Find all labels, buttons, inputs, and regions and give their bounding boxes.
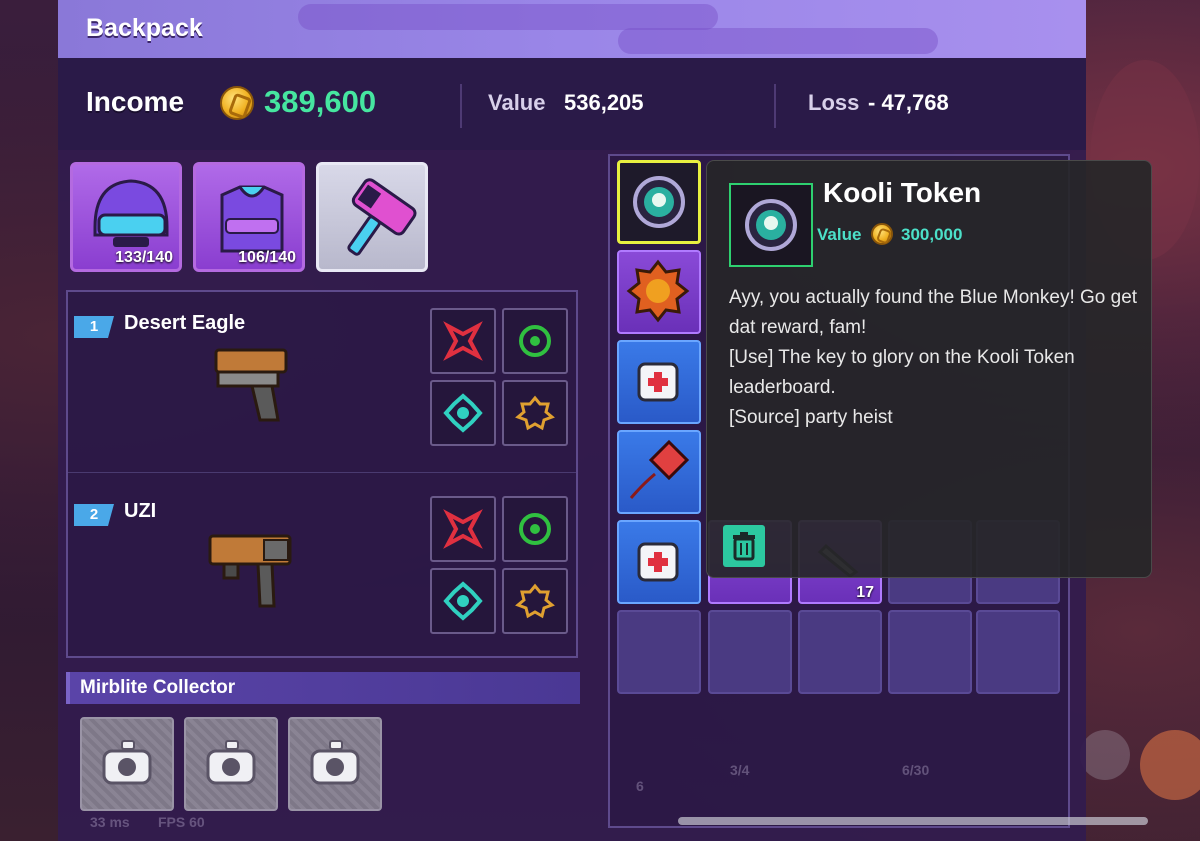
tooltip-item-name: Kooli Token (823, 177, 982, 208)
magazine-attachment-icon (515, 395, 555, 431)
inventory-slot[interactable] (617, 520, 701, 604)
background-grenade-button (1080, 730, 1130, 780)
attachment-slot-magazine[interactable] (502, 568, 568, 634)
tooltip-flavor-text: Ayy, you actually found the Blue Monkey!… (729, 287, 1138, 338)
weapon-slot-number: 1 (74, 316, 114, 338)
hud-counter: 3/4 (730, 762, 750, 778)
hud-counter: 6 (636, 778, 644, 794)
medkit-icon (637, 542, 679, 582)
inventory-slot-empty[interactable] (798, 610, 882, 694)
collector-slot[interactable] (80, 717, 174, 811)
sight-attachment-icon (519, 513, 551, 545)
desert-eagle-icon[interactable] (208, 340, 292, 426)
tooltip-use-text: [Use] The key to glory on the Kooli Toke… (729, 347, 1075, 398)
trash-icon (733, 532, 755, 561)
fps-readout: FPS 60 (158, 814, 205, 830)
hammer-icon (347, 178, 417, 256)
tooltip-source-text: [Source] party heist (729, 407, 893, 428)
stats-divider (774, 84, 776, 128)
attachment-slot-sight[interactable] (502, 308, 568, 374)
hud-counter: 6/30 (902, 762, 930, 778)
tooltip-description: Ayy, you actually found the Blue Monkey!… (729, 283, 1139, 433)
stack-count: 17 (856, 584, 874, 601)
gear-durability: 133/140 (115, 249, 173, 266)
kite-icon (629, 439, 690, 499)
weapon-slot-number: 2 (74, 504, 114, 526)
inventory-slot[interactable] (617, 430, 701, 514)
muzzle-attachment-icon (443, 509, 483, 549)
weapon-name: UZI (124, 500, 157, 522)
medkit-icon (637, 362, 679, 402)
camera-icon (310, 740, 360, 785)
loss-label: Loss (808, 90, 860, 115)
inventory-slot-empty[interactable] (888, 610, 972, 694)
grip-attachment-icon (443, 581, 483, 621)
attachment-slot-muzzle[interactable] (430, 308, 496, 374)
title-decoration (618, 28, 938, 54)
loss-value: - 47,768 (868, 90, 949, 115)
title-decoration (298, 4, 718, 30)
collector-slot[interactable] (288, 717, 382, 811)
camera-icon (206, 740, 256, 785)
value-label: Value (488, 90, 546, 115)
discard-button[interactable] (723, 525, 765, 567)
stats-divider (460, 84, 462, 128)
gear-slot-armor[interactable]: 106/140 (193, 162, 305, 272)
inventory-slot-empty[interactable] (976, 610, 1060, 694)
sight-attachment-icon (519, 325, 551, 357)
badge-icon (626, 259, 690, 323)
window-title: Backpack (86, 14, 203, 42)
ping-readout: 33 ms (90, 814, 130, 830)
gear-durability: 106/140 (238, 249, 296, 266)
attachment-slot-sight[interactable] (502, 496, 568, 562)
item-tooltip: Kooli Token Value 300,000 Ayy, you actua… (706, 160, 1152, 578)
attachment-slot-magazine[interactable] (502, 380, 568, 446)
attachment-slot-grip[interactable] (430, 380, 496, 446)
inventory-slot-empty[interactable] (617, 610, 701, 694)
background-orange-button (1140, 730, 1200, 800)
kooli-token-icon (633, 176, 685, 228)
tooltip-value-label: Value (817, 225, 862, 244)
value-value: 536,205 (564, 90, 644, 115)
grip-attachment-icon (443, 393, 483, 433)
home-indicator[interactable] (678, 817, 1148, 825)
income-value: 389,600 (264, 84, 377, 119)
uzi-icon[interactable] (204, 526, 296, 612)
gear-slot-helmet[interactable]: 133/140 (70, 162, 182, 272)
kooli-token-icon (745, 199, 797, 251)
gear-slot-melee[interactable] (316, 162, 428, 272)
weapon-name: Desert Eagle (124, 312, 246, 334)
income-label: Income (86, 86, 185, 117)
muzzle-attachment-icon (443, 321, 483, 361)
inventory-slot-empty[interactable] (708, 610, 792, 694)
inventory-slot-kooli-token[interactable] (617, 160, 701, 244)
inventory-slot[interactable] (617, 250, 701, 334)
attachment-slot-grip[interactable] (430, 568, 496, 634)
stats-bar: Income 389,600 Value 536,205 Loss - 47,7… (58, 58, 1086, 150)
collector-header: Mirblite Collector (66, 672, 580, 704)
weapons-panel: 1 Desert Eagle 2 UZI (66, 290, 578, 658)
camera-icon (102, 740, 152, 785)
magazine-attachment-icon (515, 583, 555, 619)
title-bar: Backpack (58, 0, 1086, 58)
tooltip-value: 300,000 (901, 225, 963, 244)
collector-slot[interactable] (184, 717, 278, 811)
coin-icon (871, 223, 893, 245)
collector-title: Mirblite Collector (80, 677, 236, 698)
inventory-slot[interactable] (617, 340, 701, 424)
weapon-divider (68, 472, 576, 473)
attachment-slot-muzzle[interactable] (430, 496, 496, 562)
tooltip-item-icon (729, 183, 813, 267)
coin-icon (220, 86, 254, 120)
